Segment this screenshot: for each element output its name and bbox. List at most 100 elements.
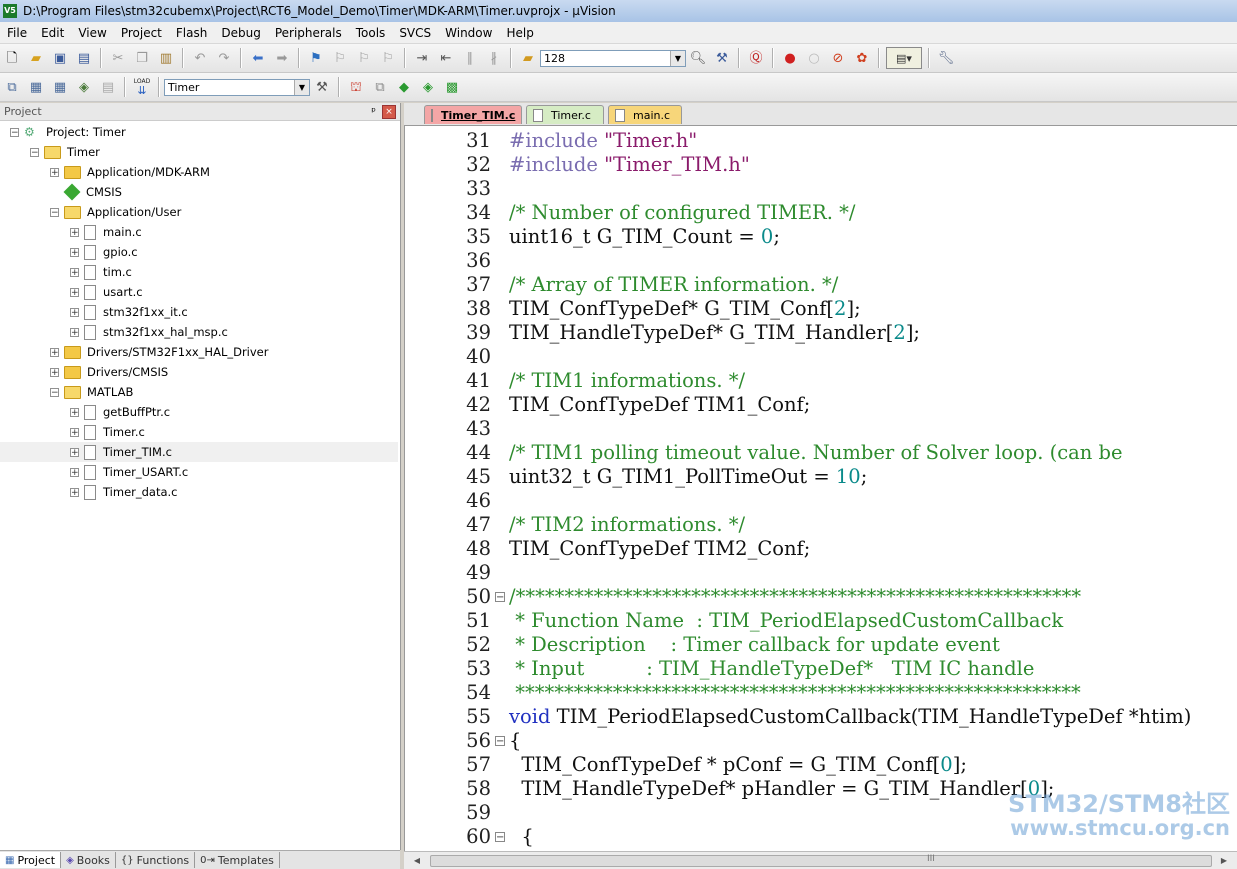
scroll-right-arrow-icon[interactable]: ▶	[1217, 853, 1231, 867]
navigate-back-icon[interactable]: ⬅	[248, 48, 268, 68]
pack-installer-icon[interactable]: ◈	[418, 77, 438, 97]
find-in-files-icon[interactable]: ▰	[518, 48, 538, 68]
copy-icon[interactable]: ❐	[132, 48, 152, 68]
tab-books[interactable]: ◈ Books	[61, 852, 116, 868]
comment-icon[interactable]: ∥	[460, 48, 480, 68]
expand-icon[interactable]: +	[70, 267, 79, 277]
tab-functions[interactable]: {} Functions	[116, 852, 196, 868]
tree-item[interactable]: + getBuffPtr.c	[0, 402, 398, 422]
tree-item[interactable]: + usart.c	[0, 282, 398, 302]
chevron-down-icon[interactable]: ▼	[294, 79, 309, 95]
tree-item[interactable]: + Drivers/CMSIS	[0, 362, 398, 382]
save-all-icon[interactable]: ▤	[74, 48, 94, 68]
target-options-icon[interactable]: ⚒	[312, 77, 332, 97]
download-icon[interactable]: LOAD ⇊	[132, 77, 152, 97]
tree-item[interactable]: + Timer_TIM.c	[0, 442, 398, 462]
close-icon[interactable]: ×	[382, 104, 396, 119]
pin-icon[interactable]: ᵖ	[371, 105, 376, 118]
tab-timer-c[interactable]: Timer.c	[526, 105, 604, 124]
manage-components-icon[interactable]: ⛫	[346, 77, 366, 97]
expand-icon[interactable]: +	[70, 247, 79, 257]
tree-item[interactable]: + Drivers/STM32F1xx_HAL_Driver	[0, 342, 398, 362]
enable-breakpoint-icon[interactable]: ○	[804, 48, 824, 68]
select-packs-icon[interactable]: ◆	[394, 77, 414, 97]
fold-toggle-icon[interactable]: −	[495, 832, 505, 843]
tab-timer-tim-c[interactable]: Timer_TIM.c	[424, 105, 522, 124]
find-combo[interactable]: 128 ▼	[540, 49, 686, 67]
tree-item[interactable]: + Timer.c	[0, 422, 398, 442]
open-folder-icon[interactable]: ▰	[26, 48, 46, 68]
tree-item[interactable]: − Timer	[0, 142, 398, 162]
uncomment-icon[interactable]: ∦	[484, 48, 504, 68]
navigate-forward-icon[interactable]: ➡	[272, 48, 292, 68]
tree-item[interactable]: + Timer_USART.c	[0, 462, 398, 482]
tree-item[interactable]: − ⚙ Project: Timer	[0, 122, 398, 142]
tree-item[interactable]: + stm32f1xx_hal_msp.c	[0, 322, 398, 342]
scroll-left-arrow-icon[interactable]: ◀	[410, 853, 424, 867]
expand-icon[interactable]: +	[50, 167, 59, 177]
expand-icon[interactable]: +	[70, 287, 79, 297]
unindent-icon[interactable]: ⇤	[436, 48, 456, 68]
translate-icon[interactable]: ⧉	[2, 77, 22, 97]
expand-icon[interactable]: +	[70, 427, 79, 437]
rebuild-icon[interactable]: ▦	[50, 77, 70, 97]
menu-peripherals[interactable]: Peripherals	[268, 26, 349, 40]
tab-main-c[interactable]: main.c	[608, 105, 682, 124]
menu-svcs[interactable]: SVCS	[392, 26, 438, 40]
find-icon[interactable]: 🔍︎	[688, 48, 708, 68]
debug-session-icon[interactable]: Ⓠ	[746, 48, 766, 68]
batch-build-icon[interactable]: ◈	[74, 77, 94, 97]
stop-build-icon[interactable]: ▤	[98, 77, 118, 97]
tree-item[interactable]: − Application/User	[0, 202, 398, 222]
collapse-icon[interactable]: −	[10, 127, 19, 137]
indent-icon[interactable]: ⇥	[412, 48, 432, 68]
expand-icon[interactable]: +	[50, 347, 59, 357]
tree-item[interactable]: + tim.c	[0, 262, 398, 282]
tree-item[interactable]: + gpio.c	[0, 242, 398, 262]
cut-icon[interactable]: ✂	[108, 48, 128, 68]
undo-icon[interactable]: ↶	[190, 48, 210, 68]
menu-edit[interactable]: Edit	[34, 26, 71, 40]
fold-toggle-icon[interactable]: −	[495, 736, 505, 747]
menu-tools[interactable]: Tools	[349, 26, 393, 40]
bookmark-icon[interactable]: ⚑	[306, 48, 326, 68]
insert-breakpoint-icon[interactable]: ●	[780, 48, 800, 68]
expand-icon[interactable]: +	[70, 327, 79, 337]
save-icon[interactable]: ▣	[50, 48, 70, 68]
incremental-find-icon[interactable]: ⚒	[712, 48, 732, 68]
menu-debug[interactable]: Debug	[214, 26, 267, 40]
clear-bookmarks-icon[interactable]: ⚐	[378, 48, 398, 68]
expand-icon[interactable]: +	[70, 447, 79, 457]
expand-icon[interactable]: +	[70, 227, 79, 237]
collapse-icon[interactable]: −	[50, 207, 59, 217]
expand-icon[interactable]: +	[70, 467, 79, 477]
scrollbar-thumb[interactable]: III	[430, 854, 1212, 867]
tree-item[interactable]: + Application/MDK-ARM	[0, 162, 398, 182]
file-extensions-icon[interactable]: ⧉	[370, 77, 390, 97]
chevron-down-icon[interactable]: ▼	[670, 50, 685, 66]
code-editor[interactable]: 31 #include "Timer.h" 32 #include "Timer_TI…	[404, 126, 1237, 851]
fold-toggle-icon[interactable]: −	[495, 592, 505, 603]
run-time-environment-icon[interactable]: ▩	[442, 77, 462, 97]
kill-breakpoints-icon[interactable]: ✿	[852, 48, 872, 68]
prev-bookmark-icon[interactable]: ⚐	[330, 48, 350, 68]
configure-icon[interactable]: 🔧︎	[936, 48, 956, 68]
menu-help[interactable]: Help	[499, 26, 540, 40]
menu-file[interactable]: File	[0, 26, 34, 40]
collapse-icon[interactable]: −	[30, 147, 39, 157]
window-layout-icon[interactable]: ▤▾	[886, 47, 922, 69]
menu-project[interactable]: Project	[114, 26, 169, 40]
tab-templates[interactable]: 0⇥ Templates	[195, 852, 280, 868]
expand-icon[interactable]: +	[70, 307, 79, 317]
menu-view[interactable]: View	[71, 26, 113, 40]
next-bookmark-icon[interactable]: ⚐	[354, 48, 374, 68]
tree-item[interactable]: CMSIS	[0, 182, 398, 202]
expand-icon[interactable]: +	[70, 407, 79, 417]
build-icon[interactable]: ▦	[26, 77, 46, 97]
redo-icon[interactable]: ↷	[214, 48, 234, 68]
paste-icon[interactable]: ▥	[156, 48, 176, 68]
target-combo[interactable]: Timer ▼	[164, 78, 310, 96]
new-file-icon[interactable]: 🗋	[2, 48, 22, 68]
tab-project[interactable]: ▦ Project	[0, 852, 62, 868]
menu-flash[interactable]: Flash	[169, 26, 214, 40]
